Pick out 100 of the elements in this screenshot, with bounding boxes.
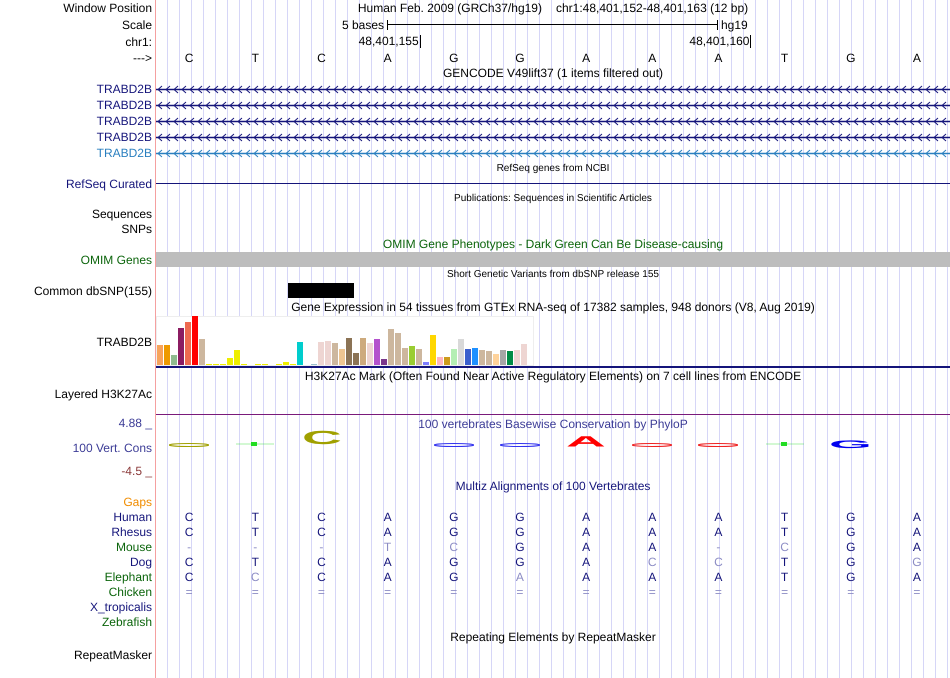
track-label[interactable]: TRABD2B (96, 146, 152, 160)
track-label[interactable]: RepeatMasker (74, 648, 152, 662)
aligned-base: = (582, 584, 590, 598)
aligned-base: G (515, 524, 525, 538)
track-label[interactable]: TRABD2B (96, 130, 152, 144)
base-letter: A (582, 50, 590, 64)
aligned-base: G (449, 524, 458, 538)
track-label[interactable]: Layered H3K27Ac (54, 387, 152, 401)
aligned-base: A (912, 540, 921, 554)
aligned-base: A (582, 554, 590, 568)
aligned-base: C (184, 554, 194, 568)
coordinate-tick: 48,401,155 (358, 35, 421, 48)
base-letter: A (912, 50, 921, 64)
track-title: H3K27Ac Mark (Often Found Near Active Regulatory Elements) on 7 cell lines from ENCODE (304, 369, 802, 383)
position-text: chr1:48,401,152-48,401,163 (12 bp) (556, 1, 748, 15)
track-label[interactable]: Human (113, 510, 152, 524)
track-label[interactable]: RefSeq Curated (66, 176, 152, 190)
track-title: Repeating Elements by RepeatMasker (450, 630, 656, 644)
conservation-logo-letter: C (301, 432, 342, 446)
track-label[interactable]: Mouse (116, 540, 152, 554)
aligned-base: G (846, 554, 856, 568)
aligned-base: C (184, 524, 194, 538)
track-label[interactable]: Elephant (104, 570, 152, 584)
aligned-base: = (714, 584, 722, 598)
aligned-base: = (913, 584, 920, 598)
track-title: Short Genetic Variants from dbSNP release 155 (447, 269, 659, 280)
aligned-base: A (384, 524, 392, 538)
base-letter: A (384, 50, 392, 64)
track-label[interactable]: Zebrafish (102, 614, 152, 628)
aligned-base: G (846, 510, 856, 524)
track-label[interactable]: TRABD2B (96, 82, 152, 96)
aligned-base: T (780, 570, 788, 584)
aligned-base: A (714, 510, 722, 524)
aligned-base: = (648, 584, 656, 598)
track-title: RefSeq genes from NCBI (496, 163, 610, 174)
aligned-base: T (252, 554, 259, 568)
aligned-base: G (846, 540, 856, 554)
base-letter: T (780, 50, 788, 64)
aligned-base: T (384, 540, 392, 554)
track-label[interactable]: Common dbSNP(155) (34, 284, 152, 298)
aligned-base: A (912, 524, 921, 538)
aligned-base: C (184, 570, 194, 584)
aligned-base: A (384, 510, 392, 524)
track-title: 100 vertebrates Basewise Conservation by PhyloP (418, 416, 688, 430)
aligned-base: = (781, 584, 788, 598)
track-label[interactable]: X_tropicalis (90, 600, 152, 614)
aligned-base: T (252, 510, 259, 524)
aligned-base: C (184, 510, 194, 524)
track-label[interactable]: Chicken (108, 584, 152, 598)
track-label[interactable]: 100 Vert. Cons (72, 441, 152, 455)
aligned-base: A (384, 570, 392, 584)
aligned-base: = (318, 584, 325, 598)
track-label: ---> (133, 50, 152, 64)
aligned-base: - (716, 540, 720, 554)
base-letter: C (317, 50, 326, 64)
aligned-base: T (252, 524, 259, 538)
base-letter: G (515, 50, 525, 64)
aligned-base: C (648, 554, 657, 568)
track-label[interactable]: TRABD2B (96, 334, 152, 348)
track-label[interactable]: TRABD2B (96, 98, 152, 112)
coordinate-tick: 48,401,160 (689, 35, 752, 48)
aligned-base: C (317, 510, 326, 524)
track-label: Scale (122, 18, 152, 32)
aligned-base: G (515, 510, 525, 524)
aligned-base: A (582, 510, 590, 524)
aligned-base: G (515, 540, 525, 554)
aligned-base: C (449, 540, 458, 554)
aligned-base: A (714, 524, 722, 538)
aligned-base: C (317, 570, 326, 584)
track-label[interactable]: TRABD2B (96, 114, 152, 128)
aligned-base: G (449, 554, 458, 568)
aligned-base: A (582, 524, 590, 538)
track-label[interactable]: SNPs (121, 222, 152, 236)
aligned-base: C (780, 540, 789, 554)
aligned-base: A (516, 570, 524, 584)
track-title: OMIM Gene Phenotypes - Dark Green Can Be Disease-causing (382, 237, 724, 251)
scale-text: 5 bases (342, 18, 384, 32)
track-label[interactable]: 4.88 _ (118, 416, 152, 430)
base-letter: G (449, 50, 458, 64)
track-label[interactable]: Dog (130, 554, 152, 568)
aligned-base: C (317, 524, 326, 538)
track-title: GENCODE V49lift37 (1 items filtered out) (442, 66, 664, 80)
track-label: Window Position (63, 1, 152, 15)
aligned-base: A (648, 540, 656, 554)
aligned-base: A (648, 510, 656, 524)
aligned-base: A (582, 540, 590, 554)
track-label[interactable]: OMIM Genes (80, 252, 152, 266)
aligned-base: G (449, 570, 458, 584)
aligned-base: - (253, 540, 258, 554)
aligned-base: G (846, 570, 856, 584)
track-label: chr1: (125, 34, 152, 48)
base-letter: C (184, 50, 194, 64)
track-label[interactable]: Rhesus (111, 524, 152, 538)
aligned-base: = (847, 584, 854, 598)
track-label[interactable]: Sequences (92, 206, 152, 220)
aligned-base: A (648, 524, 656, 538)
aligned-base: = (252, 584, 259, 598)
base-letter: G (846, 50, 856, 64)
track-title: Multiz Alignments of 100 Vertebrates (456, 479, 650, 493)
track-label[interactable]: -4.5 _ (121, 464, 152, 478)
